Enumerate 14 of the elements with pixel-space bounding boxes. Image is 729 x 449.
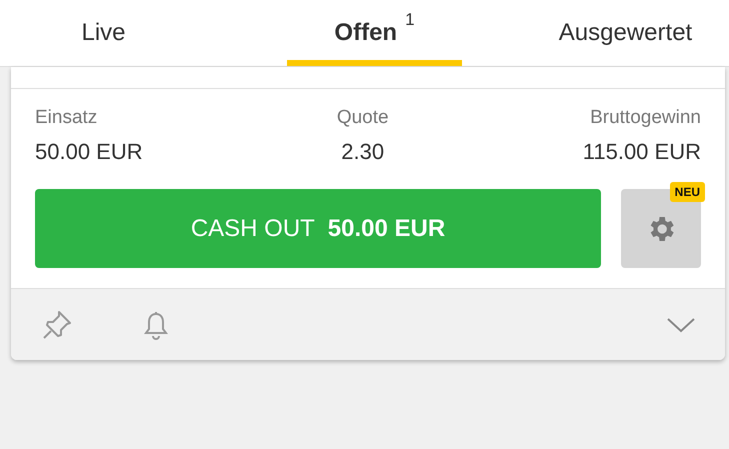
stat-label: Quote: [336, 107, 389, 129]
settings-button[interactable]: [621, 189, 701, 268]
stat-value: 50.00 EUR: [35, 139, 143, 165]
bell-icon[interactable]: [143, 310, 169, 340]
pin-icon[interactable]: [41, 308, 73, 340]
tab[interactable]: Live: [16, 0, 191, 66]
tab[interactable]: Ausgewertet: [538, 0, 713, 66]
tab-count: 1: [405, 10, 415, 30]
chevron-down-icon[interactable]: [667, 316, 695, 332]
stat-label: Einsatz: [35, 107, 98, 129]
stat-value: 115.00 EUR: [582, 139, 701, 165]
stat-value: 2.30: [341, 139, 384, 165]
stat-label: Bruttogewinn: [590, 107, 701, 129]
new-badge: NEU: [670, 182, 705, 202]
